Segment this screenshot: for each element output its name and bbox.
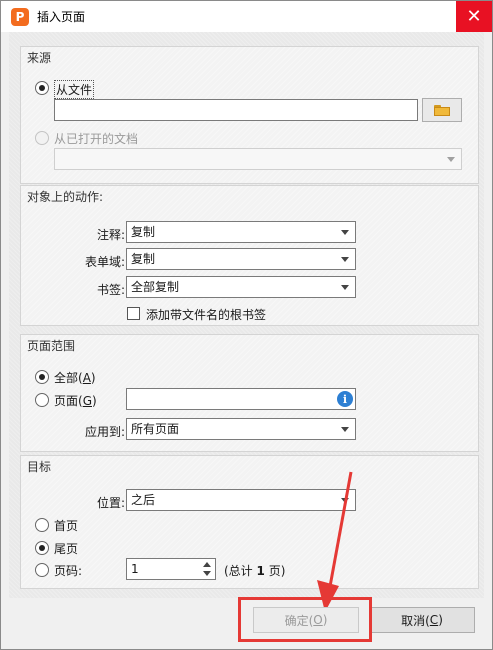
page-range-group: 页面范围 全部(A) 页面(G) i 应用到: 所有页面 — [20, 334, 479, 452]
annotations-select[interactable]: 复制 — [126, 221, 356, 243]
apply-to-label: 应用到: — [84, 425, 125, 439]
bookmarks-select[interactable]: 全部复制 — [126, 276, 356, 298]
actions-group: 对象上的动作: 注释: 复制 表单域: 复制 书签: 全部复制 添加带文件名的根… — [20, 185, 479, 326]
from-open-docs-label[interactable]: 从已打开的文档 — [54, 130, 138, 147]
dialog-title: 插入页面 — [37, 10, 86, 24]
annotations-value: 复制 — [131, 225, 156, 239]
target-header: 目标 — [27, 460, 52, 474]
pages-radio[interactable] — [35, 393, 49, 407]
chevron-down-icon — [341, 285, 349, 290]
page-range-header: 页面范围 — [27, 339, 76, 353]
add-root-bookmark-label[interactable]: 添加带文件名的根书签 — [146, 306, 266, 323]
form-fields-value: 复制 — [131, 252, 156, 266]
page-number-label[interactable]: 页码: — [54, 562, 82, 579]
apply-to-value: 所有页面 — [131, 422, 180, 436]
annotation-highlight-box — [238, 597, 372, 642]
add-root-bookmark-checkbox[interactable] — [127, 307, 140, 320]
folder-icon — [434, 104, 450, 116]
title-bar: P 插入页面 ✕ — [1, 1, 492, 32]
form-fields-select[interactable]: 复制 — [126, 248, 356, 270]
apply-to-select[interactable]: 所有页面 — [126, 418, 356, 440]
page-number-value: 1 — [131, 562, 139, 576]
info-icon[interactable]: i — [337, 391, 353, 407]
annotations-label: 注释: — [96, 228, 125, 242]
last-page-label[interactable]: 尾页 — [54, 540, 78, 557]
form-fields-label: 表单域: — [84, 255, 125, 269]
position-value: 之后 — [131, 493, 156, 507]
pages-label[interactable]: 页面(G) — [54, 392, 97, 409]
browse-folder-button[interactable] — [422, 98, 462, 122]
page-number-radio[interactable] — [35, 563, 49, 577]
first-page-label[interactable]: 首页 — [54, 517, 78, 534]
close-icon: ✕ — [466, 6, 482, 27]
all-pages-radio[interactable] — [35, 370, 49, 384]
source-header: 来源 — [27, 51, 52, 65]
target-group: 目标 位置: 之后 首页 尾页 页码: 1 (总计 1 页) — [20, 455, 479, 589]
close-button[interactable]: ✕ — [456, 1, 492, 32]
chevron-down-icon — [341, 230, 349, 235]
cancel-button[interactable]: 取消(C) — [369, 607, 475, 633]
last-page-radio[interactable] — [35, 541, 49, 555]
from-file-radio[interactable] — [35, 81, 49, 95]
bookmarks-value: 全部复制 — [131, 280, 180, 294]
total-pages-text: (总计 1 页) — [224, 564, 286, 578]
actions-header: 对象上的动作: — [27, 190, 104, 204]
chevron-down-icon — [341, 427, 349, 432]
bookmarks-label: 书签: — [96, 283, 125, 297]
chevron-down-icon — [447, 157, 455, 162]
file-path-input[interactable] — [54, 99, 418, 121]
pages-input[interactable] — [126, 388, 356, 410]
chevron-down-icon — [341, 257, 349, 262]
position-label: 位置: — [96, 496, 125, 510]
all-pages-label[interactable]: 全部(A) — [54, 369, 96, 386]
stepper-arrows-icon[interactable] — [203, 561, 212, 577]
from-open-docs-radio[interactable] — [35, 131, 49, 145]
first-page-radio[interactable] — [35, 518, 49, 532]
source-group: 来源 从文件 从已打开的文档 — [20, 46, 479, 184]
open-docs-select[interactable] — [54, 148, 462, 170]
insert-page-dialog: P 插入页面 ✕ 来源 从文件 从已打开的文档 对象上的动作: 注释: 复制 表… — [0, 0, 493, 650]
from-file-label[interactable]: 从文件 — [54, 80, 95, 99]
page-number-stepper[interactable]: 1 — [126, 558, 216, 580]
dialog-body: 来源 从文件 从已打开的文档 对象上的动作: 注释: 复制 表单域: 复制 书签… — [9, 32, 484, 612]
app-logo-icon: P — [11, 7, 29, 26]
